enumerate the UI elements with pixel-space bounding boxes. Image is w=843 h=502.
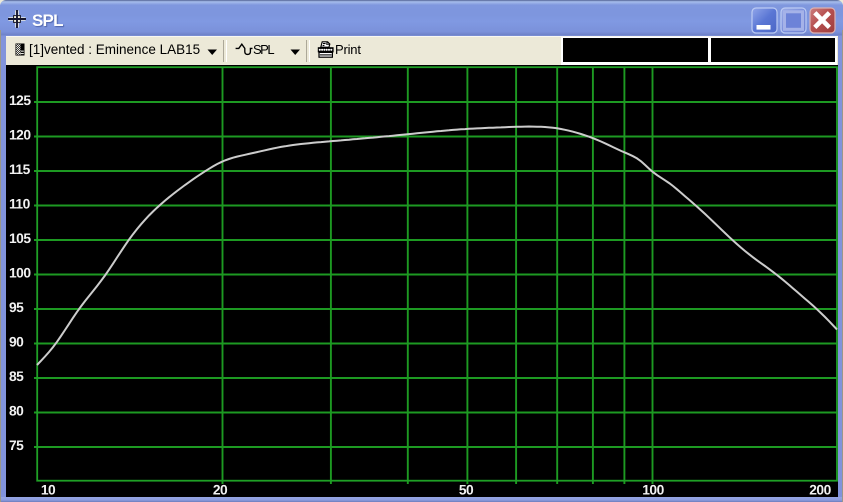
svg-text:95: 95	[9, 300, 24, 315]
svg-text:120: 120	[9, 128, 31, 143]
svg-text:20: 20	[213, 483, 228, 498]
svg-text:10: 10	[41, 483, 56, 498]
svg-text:100: 100	[642, 483, 664, 498]
svg-text:115: 115	[9, 162, 31, 177]
svg-text:80: 80	[9, 404, 24, 419]
svg-text:85: 85	[9, 369, 24, 384]
svg-text:90: 90	[9, 335, 24, 350]
svg-text:125: 125	[9, 93, 31, 108]
svg-text:50: 50	[459, 483, 474, 498]
svg-text:200: 200	[809, 483, 831, 498]
svg-text:105: 105	[9, 231, 31, 246]
svg-text:110: 110	[9, 197, 31, 212]
svg-text:100: 100	[9, 266, 31, 281]
svg-text:75: 75	[9, 438, 24, 453]
